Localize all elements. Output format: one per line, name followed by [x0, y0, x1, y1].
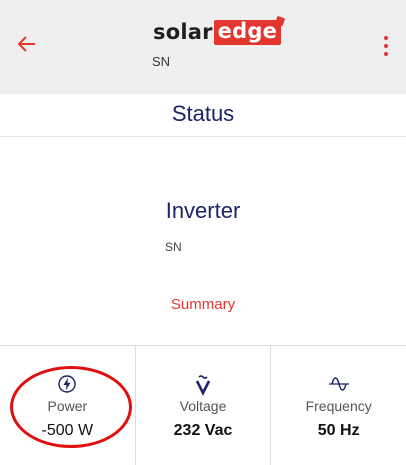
voltage-icon — [136, 374, 271, 396]
metric-power-value: -500 W — [41, 422, 94, 439]
metric-frequency-label: Frequency — [305, 398, 372, 414]
metric-power-label: Power — [47, 398, 88, 414]
status-title: Status — [171, 101, 235, 126]
power-bolt-icon — [0, 374, 135, 394]
more-vertical-icon — [384, 36, 388, 40]
metric-voltage-label: Voltage — [179, 398, 227, 414]
inverter-serial-label: SN — [165, 240, 182, 254]
logo-text-solar: solar — [153, 19, 213, 44]
header-serial-label: SN — [152, 54, 171, 69]
metric-voltage-value: 232 Vac — [173, 422, 233, 439]
frequency-wave-icon — [271, 374, 406, 394]
solaredge-logo: solar edge — [153, 18, 282, 46]
back-button[interactable] — [16, 33, 38, 55]
metric-power[interactable]: Power -500 W — [0, 346, 136, 465]
summary-link[interactable]: Summary — [0, 296, 406, 313]
metric-frequency[interactable]: Frequency 50 Hz — [271, 346, 406, 465]
more-vertical-icon — [384, 52, 388, 56]
back-arrow-icon — [17, 36, 35, 52]
metrics-row: Power -500 W Voltage 232 Vac Frequency 5… — [0, 345, 406, 465]
logo-text-edge: edge — [213, 19, 282, 45]
status-section: Status — [0, 94, 406, 137]
metric-voltage[interactable]: Voltage 232 Vac — [136, 346, 272, 465]
metric-frequency-value: 50 Hz — [317, 422, 360, 439]
inverter-title: Inverter — [165, 198, 241, 223]
app-header: solar edge SN — [0, 0, 406, 94]
more-vertical-icon — [384, 44, 388, 48]
more-options-button[interactable] — [382, 36, 390, 60]
